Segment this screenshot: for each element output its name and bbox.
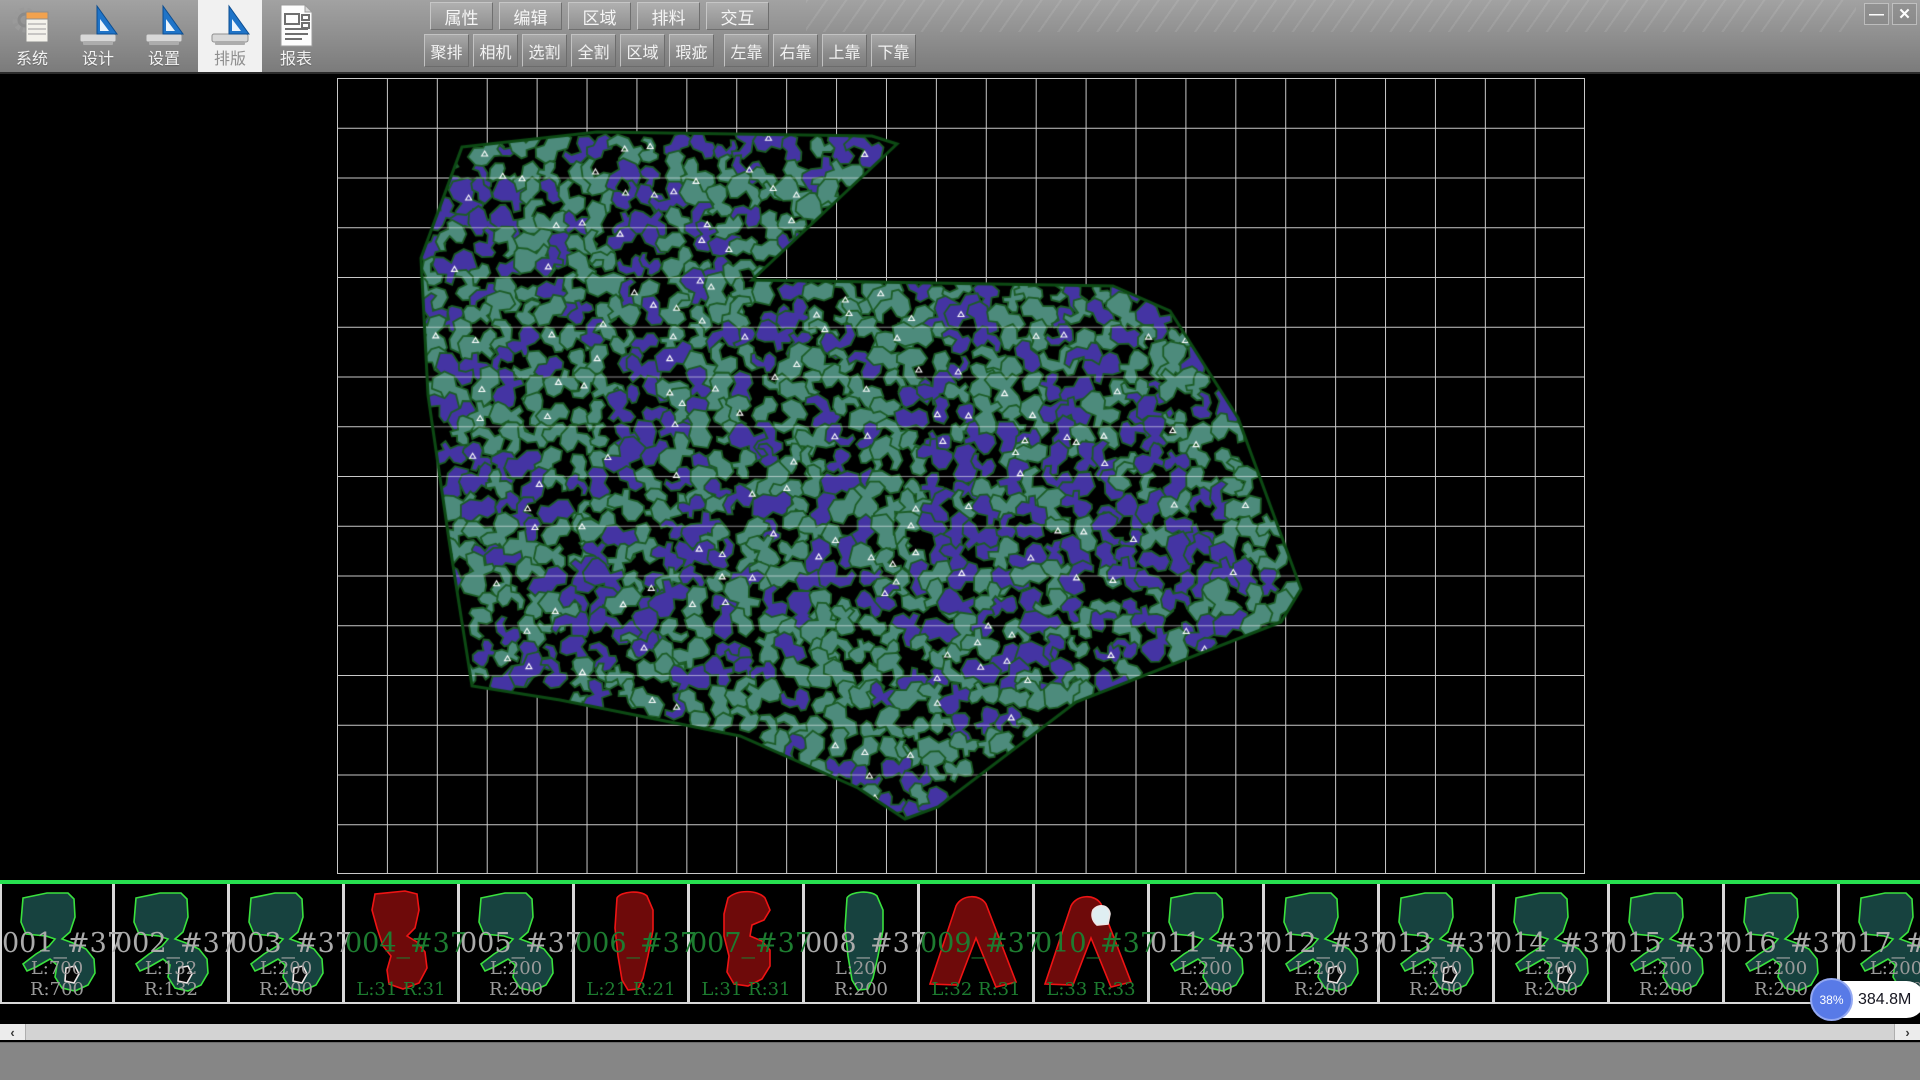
tool-button-相机[interactable]: 相机	[473, 34, 518, 67]
app-tile-label: 系统	[16, 50, 48, 70]
piece-shape	[1610, 884, 1725, 1002]
app-tile-label: 设计	[82, 50, 114, 70]
tool-button-瑕疵[interactable]: 瑕疵	[669, 34, 714, 67]
tool-button-上靠[interactable]: 上靠	[822, 34, 867, 67]
piece-thumbnail-008_#37[interactable]: 008_#37L:200 R:200	[805, 884, 920, 1002]
window-controls: — ✕	[1861, 3, 1917, 25]
horizontal-scrollbar[interactable]: ‹ ›	[0, 1024, 1920, 1040]
menu-tab-属性[interactable]: 属性	[430, 2, 493, 30]
menu-tab-编辑[interactable]: 编辑	[499, 2, 562, 30]
piece-shape	[345, 884, 460, 1002]
menu-tab-区域[interactable]: 区域	[568, 2, 631, 30]
app-tile-系统[interactable]: 系统	[0, 0, 64, 72]
piece-shape	[690, 884, 805, 1002]
tool-button-row: 聚排相机选割全割区域瑕疵左靠右靠上靠下靠	[424, 34, 920, 67]
app-tile-排版[interactable]: 排版	[198, 0, 262, 72]
memory-status-badge: 38% 384.8M	[1812, 981, 1920, 1018]
piece-thumbnail-003_#37[interactable]: 003_#37L:200 R:200	[230, 884, 345, 1002]
scroll-right-arrow-icon[interactable]: ›	[1894, 1024, 1920, 1040]
scroll-left-arrow-icon[interactable]: ‹	[0, 1024, 26, 1040]
tool-button-区域[interactable]: 区域	[620, 34, 665, 67]
piece-thumbnail-010_#37[interactable]: 010_#37L:33 R:33	[1035, 884, 1150, 1002]
piece-thumbnail-006_#37[interactable]: 006_#37L:21 R:21	[575, 884, 690, 1002]
piece-thumbnail-009_#37[interactable]: 009_#37L:32 R:31	[920, 884, 1035, 1002]
app-tile-设计[interactable]: 设计	[66, 0, 130, 72]
app-tile-label: 排版	[214, 50, 246, 70]
status-footer	[0, 1042, 1920, 1080]
memory-value: 384.8M	[1858, 991, 1911, 1009]
menu-tab-交互[interactable]: 交互	[706, 2, 769, 30]
report-icon	[272, 2, 320, 50]
piece-film-strip: 001_#37L:700 R:700 002_#37L:132 R:132 00…	[0, 880, 1920, 1004]
menu-tab-排料[interactable]: 排料	[637, 2, 700, 30]
progress-percent-badge: 38%	[1810, 978, 1853, 1021]
tool-button-聚排[interactable]: 聚排	[424, 34, 469, 67]
titlebar-hatch	[806, 0, 1856, 32]
piece-thumbnail-002_#37[interactable]: 002_#37L:132 R:132	[115, 884, 230, 1002]
piece-thumbnail-011_#37[interactable]: 011_#37L:200 R:200	[1150, 884, 1265, 1002]
nesting-canvas-area[interactable]	[0, 74, 1920, 880]
app-tile-报表[interactable]: 报表	[264, 0, 328, 72]
tool-button-右靠[interactable]: 右靠	[773, 34, 818, 67]
piece-thumbnail-012_#37[interactable]: 012_#37L:200 R:200	[1265, 884, 1380, 1002]
piece-thumbnail-001_#37[interactable]: 001_#37L:700 R:700	[0, 884, 115, 1002]
piece-shape	[805, 884, 920, 1002]
ruler-icon	[140, 2, 188, 50]
piece-shape	[575, 884, 690, 1002]
piece-shape	[460, 884, 575, 1002]
tool-button-左靠[interactable]: 左靠	[724, 34, 769, 67]
tool-button-全割[interactable]: 全割	[571, 34, 616, 67]
piece-thumbnail-015_#37[interactable]: 015_#37L:200 R:200	[1610, 884, 1725, 1002]
ruler-icon	[74, 2, 122, 50]
app-mode-toolbar: 系统 设计 设置 排版 报表	[0, 0, 330, 72]
tool-button-下靠[interactable]: 下靠	[871, 34, 916, 67]
minimize-button[interactable]: —	[1864, 3, 1889, 25]
piece-shape	[2, 884, 117, 1002]
piece-thumbnail-004_#37[interactable]: 004_#37L:31 R:31	[345, 884, 460, 1002]
piece-thumbnail-005_#37[interactable]: 005_#37L:200 R:200	[460, 884, 575, 1002]
piece-shape	[1035, 884, 1150, 1002]
piece-shape	[115, 884, 230, 1002]
leather-hide-nest[interactable]	[0, 74, 1920, 880]
app-tile-设置[interactable]: 设置	[132, 0, 196, 72]
tool-button-选割[interactable]: 选割	[522, 34, 567, 67]
piece-shape	[230, 884, 345, 1002]
app-tile-label: 报表	[280, 50, 312, 70]
ruler-icon	[206, 2, 254, 50]
piece-shape	[1495, 884, 1610, 1002]
menu-tab-row: 属性编辑区域排料交互	[430, 2, 775, 30]
piece-shape	[1265, 884, 1380, 1002]
piece-thumbnail-014_#37[interactable]: 014_#37L:200 R:200	[1495, 884, 1610, 1002]
piece-shape	[920, 884, 1035, 1002]
close-button[interactable]: ✕	[1892, 3, 1917, 25]
strip-cells: 001_#37L:700 R:700 002_#37L:132 R:132 00…	[0, 884, 1920, 1002]
piece-thumbnail-007_#37[interactable]: 007_#37L:31 R:31	[690, 884, 805, 1002]
piece-shape	[1380, 884, 1495, 1002]
top-toolbar: 系统 设计 设置 排版 报表 属性编辑区域排料交互 聚排相机选割全割区域瑕疵左靠…	[0, 0, 1920, 74]
piece-thumbnail-013_#37[interactable]: 013_#37L:200 R:200	[1380, 884, 1495, 1002]
system-gear-icon	[8, 2, 56, 50]
app-tile-label: 设置	[148, 50, 180, 70]
piece-shape	[1150, 884, 1265, 1002]
